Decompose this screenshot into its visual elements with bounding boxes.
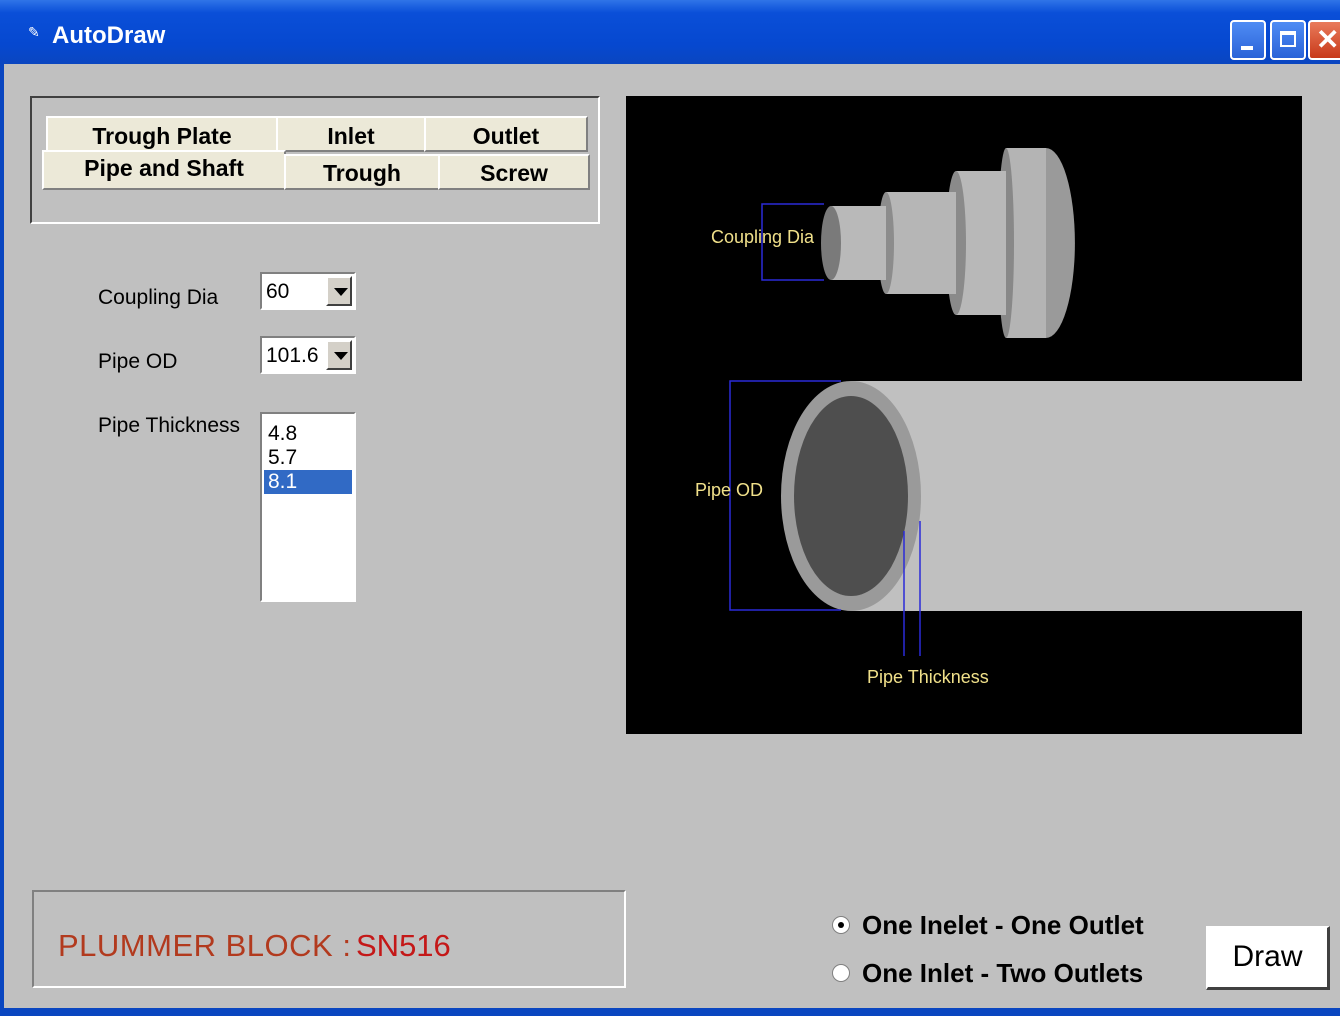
pipe-thickness-label: Pipe Thickness xyxy=(98,414,241,437)
maximize-icon xyxy=(1280,31,1296,47)
plummer-block-label: PLUMMER BLOCK : xyxy=(58,928,352,963)
coupling-dia-label: Coupling Dia xyxy=(98,286,219,309)
tab-group: Trough Plate Inlet Outlet Pipe and Shaft… xyxy=(30,96,600,224)
list-item[interactable]: 5.7 xyxy=(264,446,352,470)
radio-label: One Inlet - Two Outlets xyxy=(862,958,1144,988)
list-item-selected[interactable]: 8.1 xyxy=(264,470,352,494)
window-frame-bottom xyxy=(0,1008,1340,1016)
pipe-od-label: Pipe OD xyxy=(98,350,178,373)
tab-outlet[interactable]: Outlet xyxy=(424,116,588,152)
window-title: AutoDraw xyxy=(52,22,166,49)
tab-trough[interactable]: Trough xyxy=(284,154,440,190)
tab-label: Screw xyxy=(480,160,548,186)
pipe-thickness-annotation: Pipe Thickness xyxy=(867,667,989,687)
chevron-down-icon[interactable] xyxy=(326,276,352,306)
coupling-dia-select[interactable]: 60 xyxy=(260,272,356,310)
list-item[interactable]: 4.8 xyxy=(264,422,352,446)
tab-label: Outlet xyxy=(472,123,540,149)
chevron-down-icon[interactable] xyxy=(326,340,352,370)
pipe-shaft-diagram: Coupling Dia Pipe OD Pipe Thickness xyxy=(695,148,1302,687)
close-button[interactable]: ✕ xyxy=(1308,20,1340,60)
radio-button-checked[interactable] xyxy=(832,916,850,934)
tab-pipe-and-shaft[interactable]: Pipe and Shaft xyxy=(42,150,286,190)
minimize-icon xyxy=(1241,46,1253,50)
pipe-thickness-list[interactable]: 4.8 5.7 8.1 xyxy=(260,412,356,602)
pipe-od-value: 101.6 xyxy=(266,344,319,367)
drawing-preview: Coupling Dia Pipe OD Pipe Thickness xyxy=(626,96,1302,734)
title-bar[interactable]: ✎ AutoDraw ✕ xyxy=(0,0,1340,64)
close-icon: ✕ xyxy=(1316,24,1340,55)
shaft-illustration xyxy=(821,148,1075,338)
tab-label: Inlet xyxy=(327,123,375,149)
radio-one-inlet-two-outlets[interactable]: One Inlet - Two Outlets xyxy=(832,958,1152,992)
window-frame-left xyxy=(0,64,4,1016)
coupling-dia-annotation: Coupling Dia xyxy=(711,227,815,247)
tab-label: Pipe and Shaft xyxy=(84,155,244,181)
tab-trough-plate[interactable]: Trough Plate xyxy=(46,116,278,152)
tab-screw[interactable]: Screw xyxy=(438,154,590,190)
app-icon: ✎ xyxy=(28,24,40,40)
radio-one-inlet-one-outlet[interactable]: One Inelet - One Outlet xyxy=(832,910,1152,944)
tab-label: Trough Plate xyxy=(92,123,232,149)
draw-button[interactable]: Draw xyxy=(1206,926,1330,990)
maximize-button[interactable] xyxy=(1270,20,1306,60)
radio-button[interactable] xyxy=(832,964,850,982)
pipe-od-select[interactable]: 101.6 xyxy=(260,336,356,374)
app-window: ✎ AutoDraw ✕ Trough Plate Inlet Outlet P… xyxy=(0,0,1340,1016)
tab-inlet[interactable]: Inlet xyxy=(276,116,426,152)
tab-label: Trough xyxy=(323,160,401,186)
status-panel: PLUMMER BLOCK : SN516 xyxy=(32,890,626,988)
pipe-bore xyxy=(794,396,908,596)
coupling-dia-value: 60 xyxy=(266,280,290,303)
minimize-button[interactable] xyxy=(1230,20,1266,60)
radio-label: One Inelet - One Outlet xyxy=(862,910,1144,940)
plummer-block-value: SN516 xyxy=(356,928,451,963)
pipe-od-annotation: Pipe OD xyxy=(695,480,763,500)
